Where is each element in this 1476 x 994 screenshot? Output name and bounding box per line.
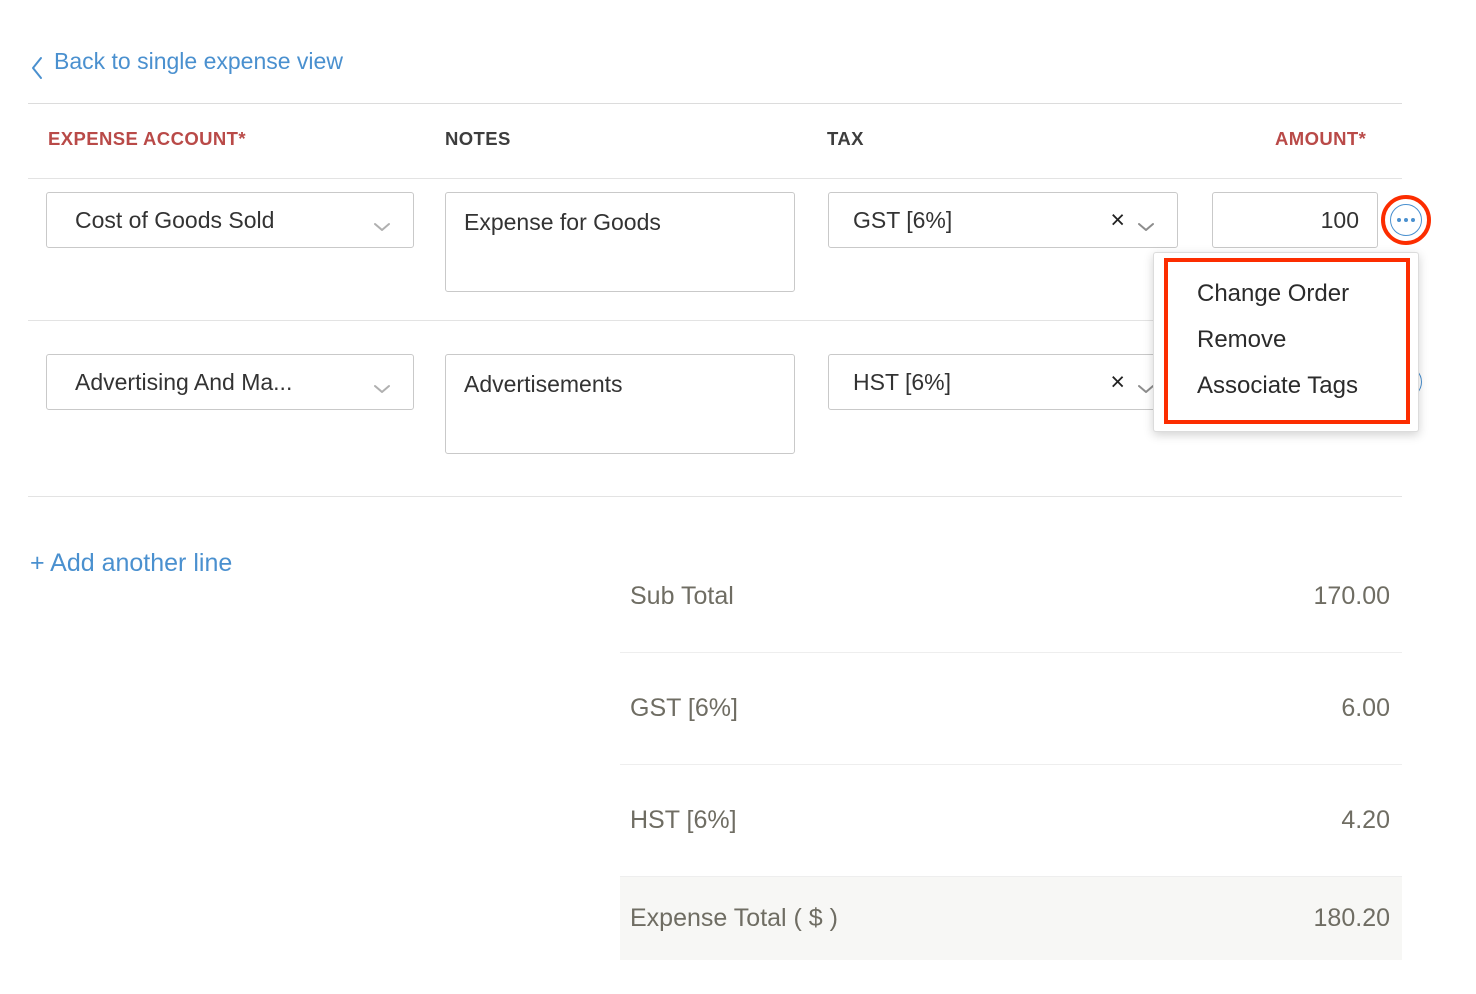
totals-label: Expense Total ( $ ) (630, 904, 838, 933)
notes-value: Expense for Goods (464, 209, 661, 236)
tax-controls: × (1110, 208, 1163, 233)
totals-summary: Sub Total 170.00 GST [6%] 6.00 HST [6%] … (620, 540, 1402, 960)
totals-value: 6.00 (1341, 694, 1390, 723)
tax-value: GST [6%] (853, 207, 952, 234)
divider-rows-bottom (28, 496, 1402, 497)
tax-select[interactable]: GST [6%] × (828, 192, 1178, 248)
chevron-left-icon (30, 56, 44, 70)
column-header-notes: NOTES (445, 128, 511, 150)
totals-value: 170.00 (1314, 582, 1390, 611)
ellipsis-dot (1411, 218, 1415, 222)
column-header-expense-account: EXPENSE ACCOUNT* (48, 128, 246, 150)
totals-value: 180.20 (1314, 904, 1390, 933)
context-menu-list: Change Order Remove Associate Tags (1154, 253, 1418, 427)
notes-textarea[interactable]: Advertisements (445, 354, 795, 454)
menu-item-associate-tags[interactable]: Associate Tags (1154, 363, 1418, 409)
column-header-amount: AMOUNT* (1275, 128, 1366, 150)
totals-row-expense-total: Expense Total ( $ ) 180.20 (620, 876, 1402, 960)
notes-textarea[interactable]: Expense for Goods (445, 192, 795, 292)
notes-value: Advertisements (464, 371, 623, 398)
totals-label: Sub Total (630, 582, 734, 611)
divider-header (28, 103, 1402, 104)
chevron-down-icon (1135, 213, 1157, 227)
expense-account-value: Cost of Goods Sold (75, 207, 274, 234)
expense-account-select[interactable]: Advertising And Ma... (46, 354, 414, 410)
add-another-line-button[interactable]: + Add another line (30, 551, 232, 576)
expense-account-select[interactable]: Cost of Goods Sold (46, 192, 414, 248)
totals-label: HST [6%] (630, 806, 737, 835)
back-link-label: Back to single expense view (54, 50, 343, 73)
amount-value: 100 (1321, 207, 1359, 234)
clear-icon[interactable]: × (1110, 370, 1125, 395)
amount-input[interactable]: 100 (1212, 192, 1378, 248)
divider-row-1-top (28, 178, 1402, 179)
chevron-down-icon (371, 213, 393, 227)
expense-account-value: Advertising And Ma... (75, 369, 292, 396)
tax-select[interactable]: HST [6%] × (828, 354, 1178, 410)
ellipsis-dot (1397, 218, 1401, 222)
chevron-down-icon (371, 375, 393, 389)
tax-value: HST [6%] (853, 369, 951, 396)
column-header-tax: TAX (827, 128, 864, 150)
clear-icon[interactable]: × (1110, 208, 1125, 233)
row-actions-context-menu: Change Order Remove Associate Tags (1153, 252, 1419, 432)
row-actions-ellipsis-button[interactable] (1390, 204, 1422, 236)
bulk-expense-line-items-page: Back to single expense view EXPENSE ACCO… (0, 0, 1476, 994)
back-to-single-expense-view-link[interactable]: Back to single expense view (30, 50, 343, 73)
totals-value: 4.20 (1341, 806, 1390, 835)
totals-label: GST [6%] (630, 694, 738, 723)
totals-row-hst: HST [6%] 4.20 (620, 764, 1402, 876)
totals-row-gst: GST [6%] 6.00 (620, 652, 1402, 764)
ellipsis-dot (1404, 218, 1408, 222)
totals-row-sub-total: Sub Total 170.00 (620, 540, 1402, 652)
menu-item-change-order[interactable]: Change Order (1154, 271, 1418, 317)
menu-item-remove[interactable]: Remove (1154, 317, 1418, 363)
